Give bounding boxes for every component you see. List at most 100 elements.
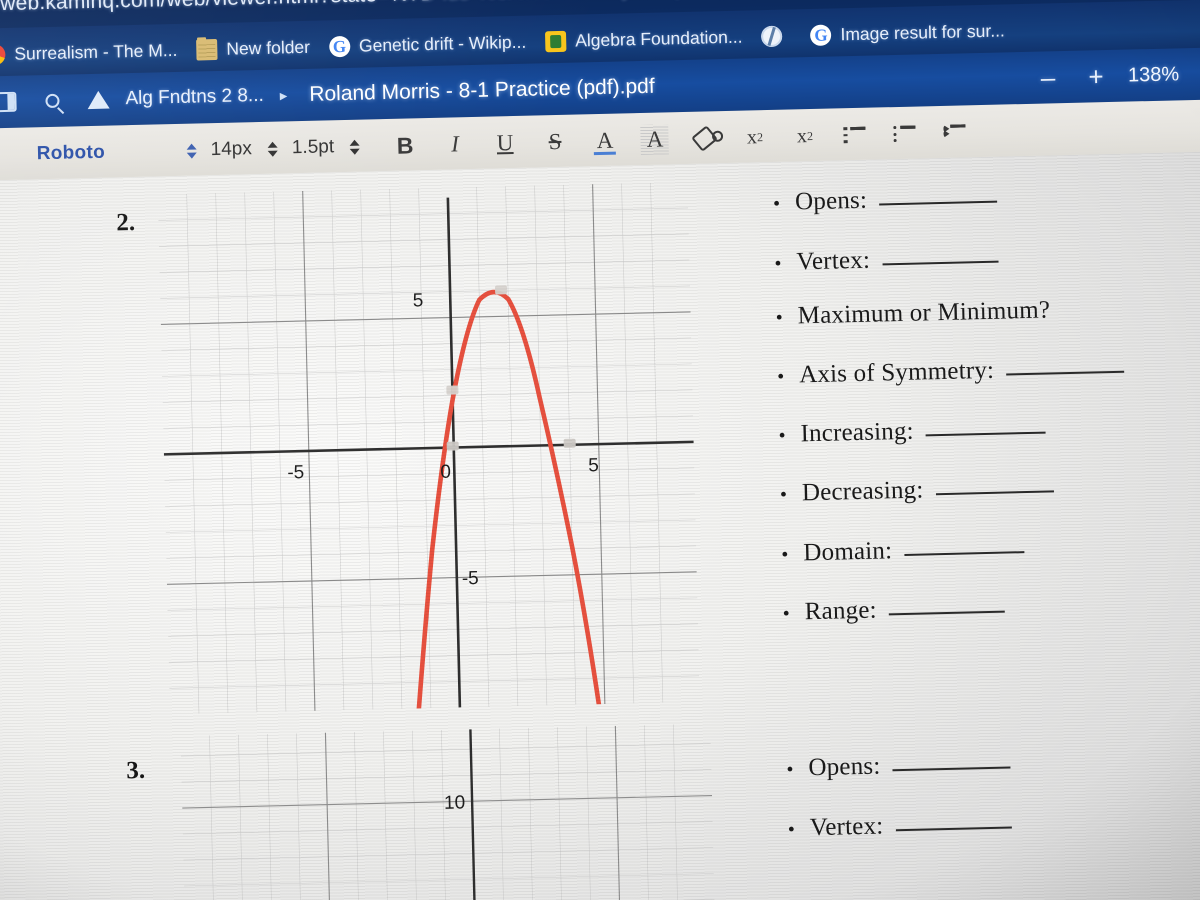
question-label: Maximum or Minimum? [797, 295, 1051, 329]
bulleted-list-button[interactable] [879, 112, 930, 155]
side-panel-icon [0, 91, 17, 113]
problem-2-question-list: • Opens: • Vertex: • Maximum or Minimum?… [773, 176, 1131, 653]
font-size-value[interactable]: 14px [210, 138, 252, 161]
question-domain: • Domain: [781, 526, 1129, 567]
google-icon: G [810, 24, 832, 46]
bulleted-list-icon [893, 125, 916, 143]
document-filename: Roland Morris - 8-1 Practice (pdf).pdf [309, 74, 655, 106]
search-button[interactable] [29, 80, 76, 121]
answer-blank[interactable] [1005, 346, 1125, 376]
highlight-color-glyph: A [646, 126, 664, 152]
font-size-stepper[interactable] [186, 143, 197, 159]
answer-blank[interactable] [878, 176, 998, 206]
bookmark-genetic-drift[interactable]: G Genetic drift - Wikip... [323, 29, 540, 59]
zoom-controls: – + 138% [1023, 48, 1200, 104]
strikethrough-button[interactable]: S [530, 120, 581, 163]
globe-icon [761, 25, 783, 47]
answer-blank[interactable] [934, 466, 1054, 496]
breadcrumb-folder[interactable]: Alg Fndtns 2 8... [121, 85, 268, 110]
bookmark-algebra-foundation[interactable]: Algebra Foundation... [539, 24, 756, 54]
question-label: Domain: [803, 536, 893, 566]
highlight-color-button[interactable]: A [630, 118, 681, 161]
bookmark-globe[interactable] [755, 23, 805, 49]
ytick-label-neg5: -5 [462, 568, 479, 589]
question-opens: • Opens: [773, 176, 1121, 217]
problem-3-coordinate-plane: 10 [180, 724, 715, 900]
line-thickness-stepper-right[interactable] [349, 139, 361, 155]
question-vertex: • Vertex: [787, 801, 1012, 843]
zoom-level-value: 138% [1127, 62, 1180, 87]
line-thickness-value[interactable]: 1.5pt [292, 136, 335, 159]
axes [469, 729, 480, 900]
bullet-icon: • [778, 424, 786, 447]
question-increasing: • Increasing: [778, 407, 1126, 448]
numbered-list-icon [843, 126, 866, 144]
bookmark-new-folder[interactable]: New folder [190, 34, 323, 62]
answer-blank[interactable] [894, 801, 1012, 831]
question-label: Vertex: [809, 812, 884, 841]
question-label: Vertex: [796, 246, 871, 275]
bullet-icon: • [779, 483, 788, 507]
answer-blank[interactable] [888, 586, 1005, 616]
bucket-icon [691, 125, 719, 152]
font-family-select[interactable]: Roboto [36, 140, 186, 166]
text-color-button[interactable]: A [580, 119, 631, 162]
bullet-icon: • [774, 252, 782, 275]
folder-icon [196, 38, 218, 60]
bullet-icon: • [776, 365, 785, 388]
bookmark-image-result[interactable]: G Image result for sur... [804, 18, 1018, 48]
line-thickness-stepper-left[interactable] [267, 141, 279, 157]
xtick-label-0: 0 [440, 462, 451, 483]
question-decreasing: • Decreasing: [779, 466, 1127, 508]
problem-3-question-list: • Opens: • Vertex: [786, 742, 1013, 869]
xtick-label-neg5: -5 [287, 462, 304, 483]
subscript-button[interactable]: x2 [730, 116, 781, 159]
zoom-out-button[interactable]: – [1024, 61, 1073, 93]
italic-button[interactable]: I [430, 123, 481, 166]
tick-labels: -5 0 5 5 -5 [287, 290, 599, 589]
question-label: Opens: [794, 186, 868, 216]
google-icon: G [328, 35, 351, 57]
pdf-document-page[interactable]: 2. -5 0 5 5 -5 • Opens: • Vertex: • Maxi… [0, 151, 1200, 900]
question-label: Range: [804, 596, 878, 626]
answer-blank[interactable] [891, 742, 1011, 772]
zoom-in-button[interactable]: + [1072, 60, 1121, 92]
y-axis [446, 197, 462, 708]
underline-button[interactable]: U [480, 122, 531, 165]
question-opens: • Opens: [786, 742, 1011, 784]
google-drive-icon [87, 90, 110, 110]
question-label: Decreasing: [801, 476, 924, 507]
problem-2-graph: -5 0 5 5 -5 [158, 182, 700, 714]
bullet-icon: • [787, 818, 796, 841]
bold-button[interactable]: B [380, 124, 431, 167]
bookmark-surrealism[interactable]: Surrealism - The M... [0, 37, 191, 67]
y-axis [469, 729, 480, 900]
numbered-list-button[interactable] [829, 113, 880, 156]
bullet-icon: • [772, 193, 781, 216]
bookmark-label: Genetic drift - Wikip... [358, 31, 527, 56]
x-axis [163, 440, 694, 456]
google-drive-button[interactable] [75, 79, 122, 120]
question-max-or-min: • Maximum or Minimum? [775, 294, 1123, 330]
bookmark-label: Algebra Foundation... [574, 26, 743, 51]
parabola-curve [416, 289, 602, 711]
superscript-button[interactable]: x2 [780, 115, 831, 158]
fill-color-button[interactable] [680, 117, 731, 160]
tick-labels: 10 [444, 792, 466, 813]
question-label: Axis of Symmetry: [798, 356, 995, 389]
indent-button[interactable] [929, 111, 980, 154]
answer-blank[interactable] [881, 235, 999, 265]
problem-number-3: 3. [125, 756, 146, 785]
answer-blank[interactable] [925, 407, 1046, 437]
text-color-glyph: A [596, 127, 614, 154]
classroom-icon [544, 30, 567, 52]
question-axis-of-symmetry: • Axis of Symmetry: [776, 346, 1125, 389]
problem-number-2: 2. [116, 208, 136, 237]
side-panel-toggle-button[interactable] [0, 81, 30, 122]
bullet-icon: • [786, 758, 794, 782]
question-vertex: • Vertex: [774, 235, 1122, 276]
bookmark-label: New folder [226, 36, 311, 59]
bullet-icon: • [782, 602, 791, 625]
answer-blank[interactable] [903, 526, 1025, 556]
bullet-icon: • [781, 543, 789, 566]
